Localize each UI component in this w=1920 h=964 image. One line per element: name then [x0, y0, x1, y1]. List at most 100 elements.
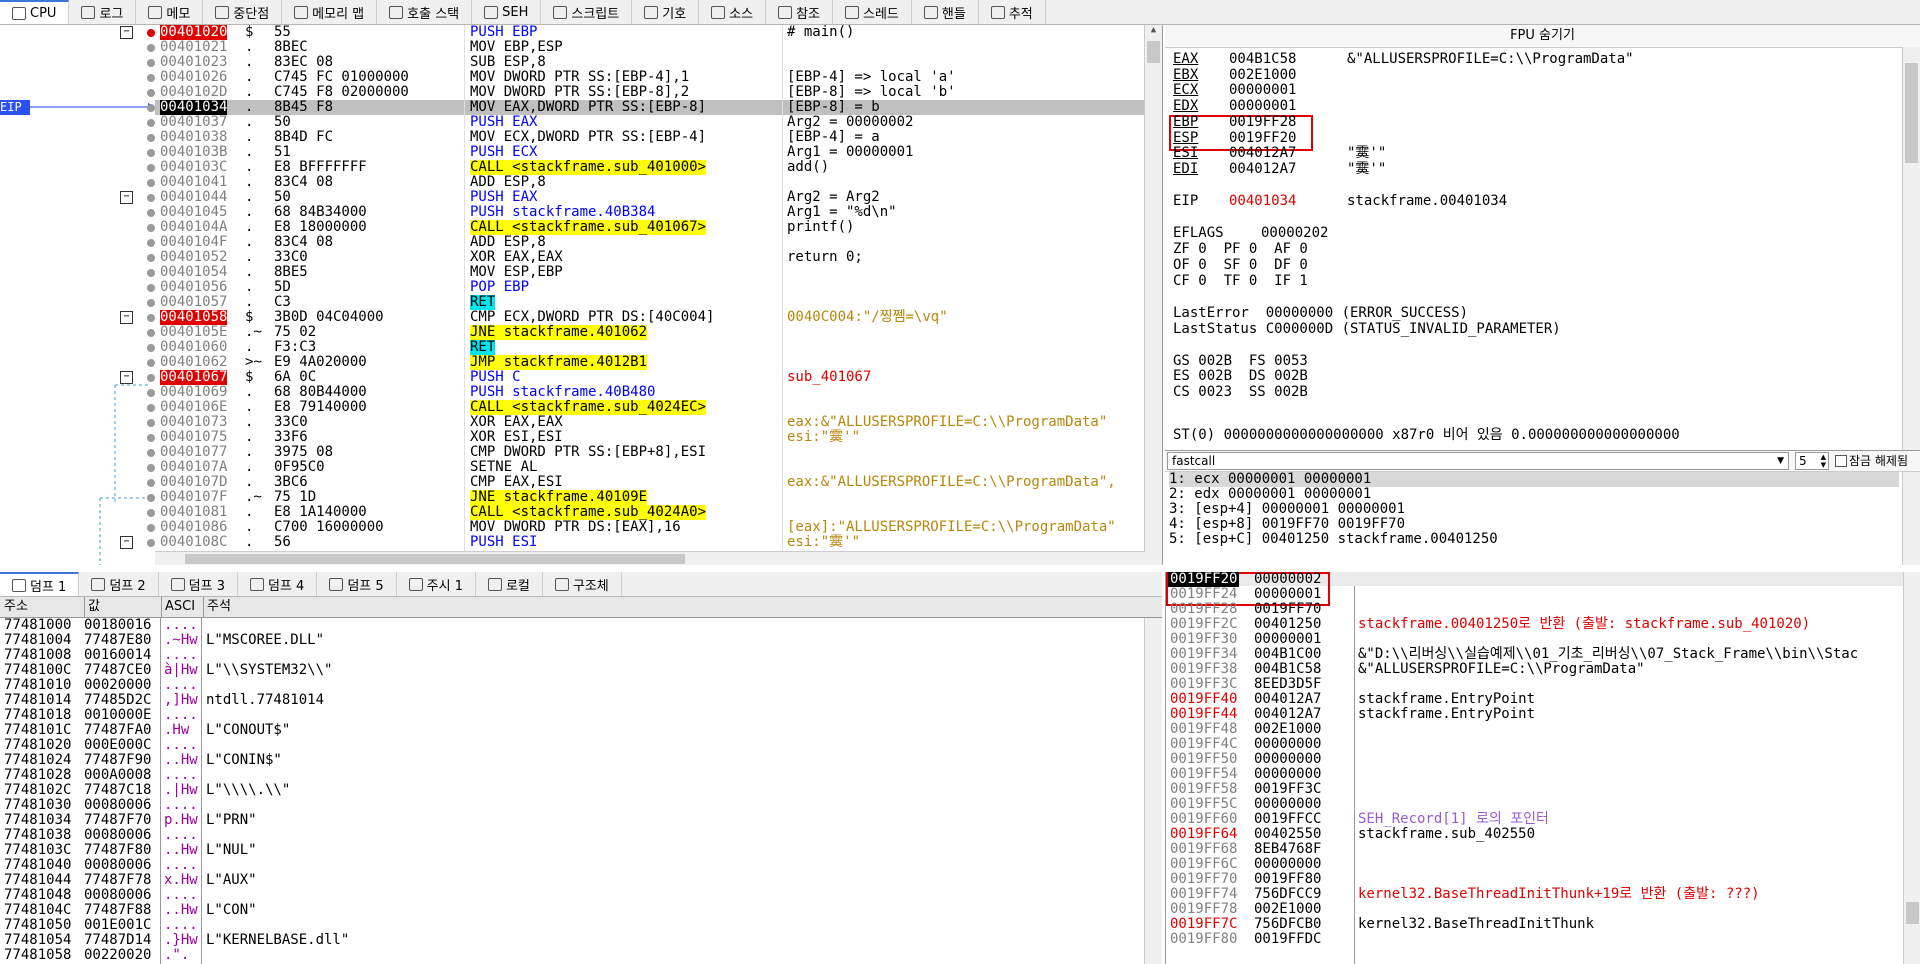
breakpoint-slot-icon[interactable]	[147, 404, 155, 412]
disasm-row[interactable]: 00401073. 33C0 XOR EAX,EAX eax:&"ALLUSERSPR…	[0, 415, 1150, 430]
tab-log[interactable]: 로그	[69, 0, 137, 24]
disasm-row[interactable]: 0040103B. 51 PUSH ECX Arg1 = 00000001	[0, 145, 1150, 160]
eflags-value[interactable]: 00000202	[1261, 225, 1328, 241]
tab-symbol[interactable]: 기호	[632, 0, 700, 24]
stack-scroll-thumb[interactable]	[1906, 902, 1919, 924]
breakpoint-slot-icon[interactable]	[147, 344, 155, 352]
dump-tab-4[interactable]: 덤프 4	[238, 572, 318, 596]
dump-tab-5[interactable]: 덤프 5	[317, 572, 397, 596]
breakpoint-slot-icon[interactable]	[147, 314, 155, 322]
breakpoint-slot-icon[interactable]	[147, 74, 155, 82]
register-value[interactable]: 00401034	[1229, 193, 1347, 209]
tab-reference[interactable]: 참조	[766, 0, 833, 24]
dump-tab-7[interactable]: 로컬	[476, 572, 543, 596]
breakpoint-slot-icon[interactable]	[147, 434, 155, 442]
segment-row[interactable]: CS 0023 SS 002B	[1173, 384, 1308, 400]
register-row-eax[interactable]: EAX 004B1C58 &"ALLUSERSPROFILE=C:\\Program…	[1173, 51, 1634, 67]
register-value[interactable]: 0019FF20	[1229, 130, 1347, 146]
disasm-row[interactable]: 00401026. C745 FC 01000000 MOV DWORD PTR S…	[0, 70, 1150, 85]
disasm-row[interactable]: 00401067 $6A 0C PUSH C sub_401067	[0, 370, 1150, 385]
disasm-row[interactable]: 0040104F. 83C4 08 ADD ESP,8	[0, 235, 1150, 250]
memory-dump-pane[interactable]: 77481000 00180016.... 77481004 77487E80 .~Hw…	[0, 618, 1162, 964]
call-arg-row[interactable]: 2: edx 00000001 00000001	[1169, 487, 1371, 502]
tab-handle[interactable]: 핸들	[912, 0, 979, 24]
disasm-row[interactable]: 00401069. 68 80B44000 PUSH stackframe.40B4…	[0, 385, 1150, 400]
breakpoint-slot-icon[interactable]	[147, 104, 155, 112]
breakpoint-slot-icon[interactable]	[147, 524, 155, 532]
breakpoint-slot-icon[interactable]	[147, 134, 155, 142]
collapse-toggle-icon[interactable]: −	[120, 26, 133, 39]
dump-header-comment[interactable]: 주석	[203, 597, 231, 617]
flags-row[interactable]: OF 0 SF 0 DF 0	[1173, 257, 1308, 273]
disasm-row[interactable]: 0040106E. E8 79140000 CALL <stackframe.sub…	[0, 400, 1150, 415]
disasm-row[interactable]: 00401058 $3B0D 04C04000 CMP ECX,DWORD PTR …	[0, 310, 1150, 325]
tab-trace[interactable]: 추적	[979, 0, 1046, 24]
disasm-row[interactable]: 00401075. 33F6 XOR ESI,ESI esi:"霙'"	[0, 430, 1150, 445]
disasm-row[interactable]: 0040103C. E8 BFFFFFFF CALL <stackframe.sub…	[0, 160, 1150, 175]
calling-convention-select[interactable]: fastcall ▼	[1167, 452, 1789, 470]
disasm-row[interactable]: 00401081. E8 1A140000 CALL <stackframe.sub…	[0, 505, 1150, 520]
disasm-row[interactable]: 00401054. 8BE5 MOV ESP,EBP	[0, 265, 1150, 280]
stack-pane[interactable]: 0019FF20 00000002 0019FF24 00000001 0019FF28…	[1165, 572, 1920, 964]
breakpoint-slot-icon[interactable]	[147, 539, 155, 547]
disasm-row[interactable]: 00401041. 83C4 08 ADD ESP,8	[0, 175, 1150, 190]
disasm-row[interactable]: 00401021. 8BEC MOV EBP,ESP	[0, 40, 1150, 55]
register-value[interactable]: 004012A7	[1229, 145, 1347, 161]
collapse-toggle-icon[interactable]: −	[120, 191, 133, 204]
call-arg-row[interactable]: 3: [esp+4] 00000001 00000001	[1169, 502, 1405, 517]
disassembly-vscrollbar[interactable]: ▲	[1144, 25, 1162, 565]
disasm-row[interactable]: 0040108C. 56 PUSH ESI esi:"霙'"	[0, 535, 1150, 550]
dump-tab-6[interactable]: 주시 1	[397, 572, 476, 596]
breakpoint-slot-icon[interactable]	[147, 209, 155, 217]
breakpoint-slot-icon[interactable]	[147, 119, 155, 127]
arg-count-stepper[interactable]: 5 ▲ ▼	[1795, 452, 1829, 470]
disasm-row[interactable]: 00401045. 68 84B34000 PUSH stackframe.40B3…	[0, 205, 1150, 220]
dump-header-ascii[interactable]: ASCI	[161, 597, 195, 617]
breakpoint-slot-icon[interactable]	[147, 374, 155, 382]
register-row-esp[interactable]: ESP 0019FF20	[1173, 130, 1347, 146]
disasm-row[interactable]: 00401056. 5D POP EBP	[0, 280, 1150, 295]
collapse-toggle-icon[interactable]: −	[120, 536, 133, 549]
breakpoint-slot-icon[interactable]	[147, 194, 155, 202]
breakpoint-slot-icon[interactable]	[147, 239, 155, 247]
flags-row[interactable]: ZF 0 PF 0 AF 0	[1173, 241, 1308, 257]
breakpoint-slot-icon[interactable]	[147, 329, 155, 337]
breakpoint-slot-icon[interactable]	[147, 479, 155, 487]
breakpoint-slot-icon[interactable]	[147, 284, 155, 292]
scroll-thumb[interactable]	[1147, 41, 1160, 63]
disasm-row[interactable]: 0040107A. 0F95C0 SETNE AL	[0, 460, 1150, 475]
disasm-row[interactable]: 0040107D. 3BC6 CMP EAX,ESI eax:&"ALLUSERSPR…	[0, 475, 1150, 490]
register-row-esi[interactable]: ESI 004012A7 "霙'"	[1173, 145, 1386, 161]
disasm-row[interactable]: 00401023. 83EC 08 SUB ESP,8	[0, 55, 1150, 70]
disasm-row[interactable]: 00401020 $55 PUSH EBP # main()	[0, 25, 1150, 40]
disasm-row[interactable]: 0040105E .~ 75 02 JNE stackframe.401062	[0, 325, 1150, 340]
dump-tab-2[interactable]: 덤프 2	[79, 572, 159, 596]
breakpoint-slot-icon[interactable]	[147, 164, 155, 172]
tab-source[interactable]: 소스	[699, 0, 767, 24]
register-value[interactable]: 004B1C58	[1229, 51, 1347, 67]
breakpoint-slot-icon[interactable]	[147, 44, 155, 52]
disasm-row[interactable]: 0040104A. E8 18000000 CALL <stackframe.sub…	[0, 220, 1150, 235]
tab-call-stack[interactable]: 호출 스택	[377, 0, 473, 24]
arguments-pane[interactable]: 1: ecx 00000001 00000001 2: edx 00000001 …	[1165, 472, 1920, 565]
disasm-row[interactable]: 00401052. 33C0 XOR EAX,EAX return 0;	[0, 250, 1150, 265]
tab-script[interactable]: 스크립트	[541, 0, 633, 24]
hscroll-thumb[interactable]	[185, 554, 685, 564]
stack-vscrollbar[interactable]	[1903, 572, 1920, 964]
disassembly-pane[interactable]: EIP 00401020 $55 PUSH EBP # main() 00401021.…	[0, 25, 1163, 565]
registers-vscrollbar[interactable]	[1902, 47, 1920, 450]
breakpoint-slot-icon[interactable]	[147, 269, 155, 277]
breakpoint-slot-icon[interactable]	[147, 299, 155, 307]
disasm-row[interactable]: 0040107F .~ 75 1D JNE stackframe.40109E	[0, 490, 1150, 505]
breakpoint-slot-icon[interactable]	[147, 254, 155, 262]
disasm-row[interactable]: 0040102D. C745 F8 02000000 MOV DWORD PTR S…	[0, 85, 1150, 100]
disasm-row[interactable]: 00401077. 3975 08 CMP DWORD PTR SS:[EBP+8]…	[0, 445, 1150, 460]
dump-tab-1[interactable]: 덤프 1	[0, 572, 80, 596]
collapse-toggle-icon[interactable]: −	[120, 371, 133, 384]
dump-tab-3[interactable]: 덤프 3	[159, 572, 238, 596]
breakpoint-slot-icon[interactable]	[147, 449, 155, 457]
breakpoint-slot-icon[interactable]	[147, 464, 155, 472]
breakpoint-slot-icon[interactable]	[147, 224, 155, 232]
call-arg-row[interactable]: 4: [esp+8] 0019FF70 0019FF70	[1169, 517, 1405, 532]
tab-seh[interactable]: SEH	[472, 0, 542, 24]
